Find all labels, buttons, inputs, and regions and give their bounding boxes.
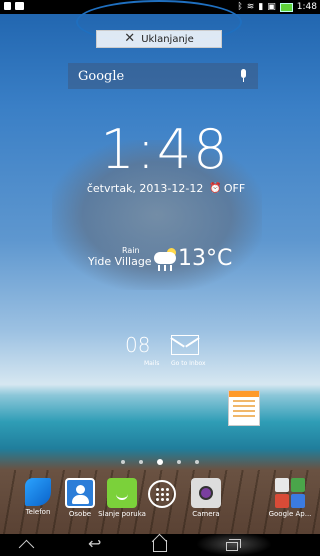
camera-icon	[191, 478, 221, 508]
page-indicator	[0, 459, 320, 465]
google-logo: Google	[78, 68, 125, 84]
screenshot-icon: ▣	[267, 2, 276, 12]
mail-label: Mails	[144, 360, 160, 367]
all-apps-icon[interactable]	[148, 480, 176, 508]
phone-icon	[25, 478, 51, 506]
home-icon[interactable]	[151, 537, 171, 553]
recents-icon[interactable]	[222, 537, 242, 553]
signal-icon: ▮	[258, 2, 264, 12]
weather-widget[interactable]: Rain Yide Village 13°C	[74, 246, 244, 292]
battery-icon	[279, 2, 293, 12]
app-label: Telefon	[25, 508, 51, 516]
page-dot	[177, 460, 181, 464]
dock-app-phone[interactable]: Telefon	[14, 478, 62, 516]
navigation-bar	[0, 532, 320, 556]
inbox-label: Go to Inbox	[171, 360, 206, 367]
dock-app-messaging[interactable]: Slanje poruka	[98, 478, 146, 518]
mic-icon[interactable]	[238, 68, 248, 84]
clock-widget-time[interactable]: 1:48	[95, 120, 235, 180]
messaging-icon	[107, 478, 137, 508]
page-dot-active	[157, 459, 163, 465]
download-icon	[4, 2, 11, 10]
notes-widget-icon[interactable]	[228, 390, 260, 426]
weather-temperature: 13°C	[178, 246, 233, 271]
app-label: Google Ap...	[268, 510, 312, 518]
contacts-icon	[65, 478, 95, 508]
dock-app-google-folder[interactable]: Google Ap...	[266, 478, 314, 518]
alarm-label: OFF	[223, 182, 246, 195]
rain-sun-icon	[154, 248, 176, 274]
weather-condition: Rain	[122, 246, 140, 255]
status-time: 1:48	[296, 2, 317, 12]
page-dot	[121, 460, 125, 464]
clock-date-row: četvrtak, 2013-12-12 ⏰ OFF	[86, 182, 246, 195]
page-dot	[139, 460, 143, 464]
app-label: Osobe	[68, 510, 92, 518]
dock: Telefon Osobe Slanje poruka Camera Googl…	[0, 478, 320, 534]
bluetooth-icon: ᛒ	[237, 2, 243, 12]
wifi-icon: ≋	[246, 2, 255, 12]
google-apps-folder-icon	[275, 478, 305, 508]
alarm-status[interactable]: ⏰ OFF	[209, 182, 245, 195]
remove-drop-zone[interactable]: ✕ Uklanjanje	[96, 30, 222, 48]
dock-app-camera[interactable]: Camera	[182, 478, 230, 518]
alarm-clock-icon: ⏰	[209, 183, 222, 194]
home-screen: ᛒ ≋ ▮ ▣ 1:48 ✕ Uklanjanje Google 1:48 če…	[0, 0, 320, 556]
weather-location: Yide Village	[88, 255, 152, 268]
page-dot	[195, 460, 199, 464]
app-label: Camera	[192, 510, 220, 518]
app-label: Slanje poruka	[98, 510, 146, 518]
clock-date: četvrtak, 2013-12-12	[86, 182, 204, 195]
gallery-icon	[15, 2, 24, 10]
close-icon: ✕	[124, 31, 136, 46]
menu-caret-icon[interactable]	[18, 537, 38, 553]
back-icon[interactable]	[88, 534, 108, 553]
envelope-icon[interactable]	[171, 335, 199, 355]
google-search-bar[interactable]: Google	[68, 63, 258, 89]
remove-label: Uklanjanje	[141, 33, 194, 45]
mail-widget[interactable]: 08 Mails Go to Inbox	[125, 333, 210, 373]
mail-count: 08	[125, 333, 151, 357]
dock-app-contacts[interactable]: Osobe	[56, 478, 104, 518]
